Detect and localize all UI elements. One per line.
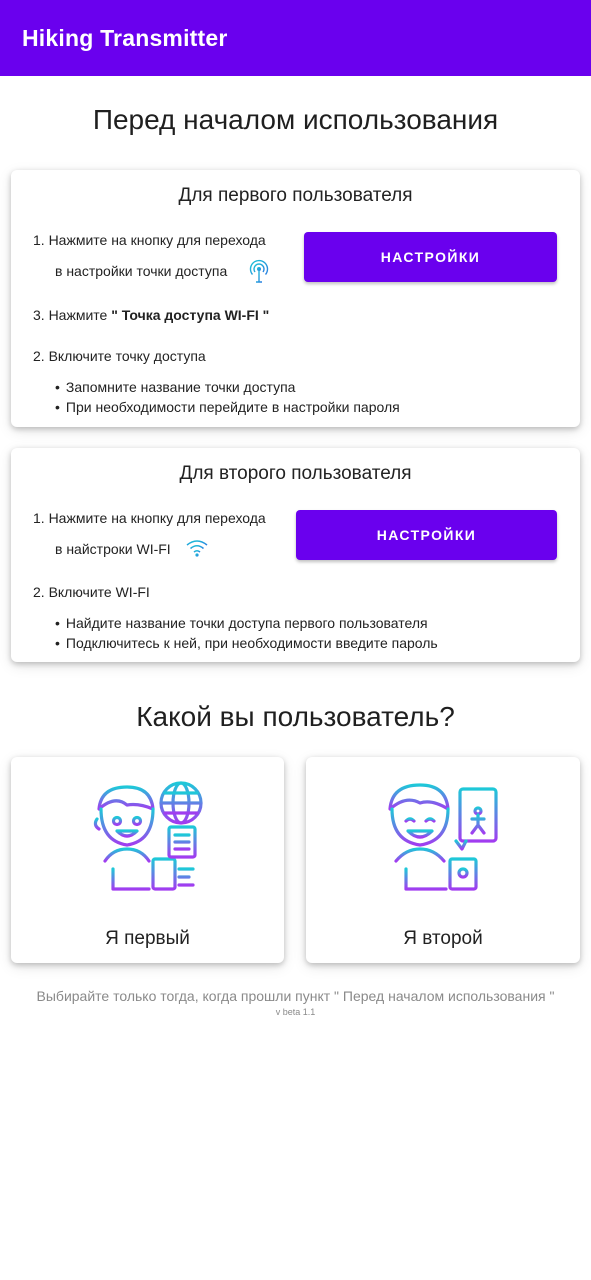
first-user-bullet-2: При необходимости перейдите в настройки … — [55, 399, 400, 415]
wifi-settings-button[interactable]: НАСТРОЙКИ — [296, 510, 557, 560]
choice-heading: Какой вы пользователь? — [136, 701, 455, 732]
version-label: v beta 1.1 — [275, 1007, 316, 1017]
hotspot-settings-button[interactable]: НАСТРОЙКИ — [304, 232, 557, 282]
hotspot-icon — [248, 259, 270, 288]
second-user-bullet-1: Найдите название точки доступа первого п… — [55, 615, 428, 631]
second-user-choice-card[interactable]: Я второй — [306, 757, 580, 963]
app-title: Hiking Transmitter — [22, 25, 228, 51]
first-user-choice-label: Я первый — [105, 928, 190, 949]
first-user-card-title: Для первого пользователя — [178, 185, 413, 206]
app-bar: Hiking Transmitter — [0, 0, 591, 76]
first-user-step3: 3. Нажмите " Точка доступа WI-FI " — [33, 307, 269, 323]
first-user-card: Для первого пользователя 1. Нажмите на к… — [11, 170, 580, 427]
second-user-step1-line1: 1. Нажмите на кнопку для перехода — [33, 510, 266, 526]
first-user-bullet-1: Запомните название точки доступа — [55, 379, 296, 395]
first-user-step3-bold: " Точка доступа WI-FI " — [111, 307, 270, 323]
second-user-choice-label: Я второй — [403, 928, 483, 949]
second-user-bullet-2: Подключитесь к ней, при необходимости вв… — [55, 635, 438, 651]
first-user-step2: 2. Включите точку доступа — [33, 348, 206, 364]
first-user-step3-prefix: 3. Нажмите — [33, 307, 112, 323]
intro-heading: Перед началом использования — [92, 104, 499, 135]
user-phone-location-icon — [386, 779, 500, 898]
user-globe-document-icon — [93, 779, 205, 898]
second-user-card-title: Для второго пользователя — [179, 463, 412, 484]
footer-note: Выбирайте только тогда, когда прошли пун… — [36, 988, 555, 1004]
first-user-step1-line2: в настройки точки доступа — [55, 263, 228, 279]
second-user-card: Для второго пользователя 1. Нажмите на к… — [11, 448, 580, 662]
second-user-step2: 2. Включите WI-FI — [33, 584, 150, 600]
first-user-step1-line1: 1. Нажмите на кнопку для перехода — [33, 232, 266, 248]
first-user-choice-card[interactable]: Я первый — [11, 757, 284, 963]
second-user-step1-line2: в найстроки WI-FI — [55, 541, 171, 557]
wifi-icon — [185, 538, 209, 563]
